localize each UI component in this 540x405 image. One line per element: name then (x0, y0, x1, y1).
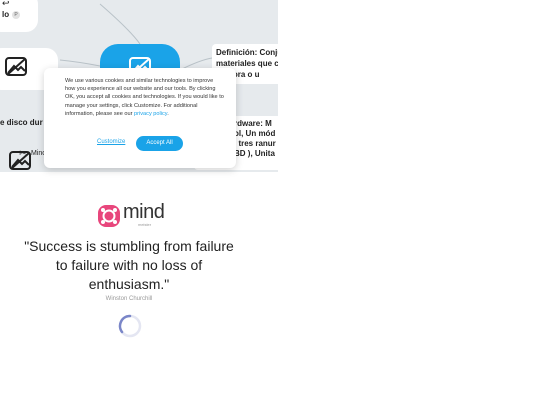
hardware-line: l tres ranur (234, 139, 276, 148)
hardware-line: ol, Un mód (234, 129, 276, 138)
cookie-consent-dialog: We use various cookies and similar techn… (44, 68, 236, 168)
privacy-policy-link[interactable]: privacy policy (134, 111, 167, 117)
node-label: lo (2, 10, 10, 19)
image-icon (5, 57, 27, 76)
node-icon-fragment: ↩ (2, 0, 10, 8)
loading-quote: "Success is stumbling from failure to fa… (24, 238, 234, 292)
accept-all-button[interactable]: Accept All (136, 136, 183, 151)
loading-spinner-icon (118, 314, 142, 338)
cookie-message: We use various cookies and similar techn… (65, 77, 225, 118)
hardware-line: rdware: M (234, 119, 272, 128)
logo-wordmark: mind (123, 201, 165, 223)
logo-glyph-icon (101, 208, 117, 224)
map-node-top-left[interactable]: ↩ lo P (0, 0, 38, 32)
logo-subtitle: meister (138, 222, 152, 227)
scissors-icon: ✂ (19, 148, 27, 158)
priority-badge: P (12, 11, 20, 19)
cookie-message-end: . (167, 110, 169, 117)
mindmeister-logo: mind meister (98, 201, 168, 227)
map-node-disk[interactable]: e disco dur (0, 118, 43, 127)
customize-link[interactable]: Customize (97, 139, 125, 145)
hardware-line: BD ), Unita (234, 149, 275, 158)
quote-author: Winston Churchill (105, 296, 153, 302)
logo-mark-icon (98, 205, 120, 227)
definition-line: Definición: Conju (216, 48, 278, 57)
